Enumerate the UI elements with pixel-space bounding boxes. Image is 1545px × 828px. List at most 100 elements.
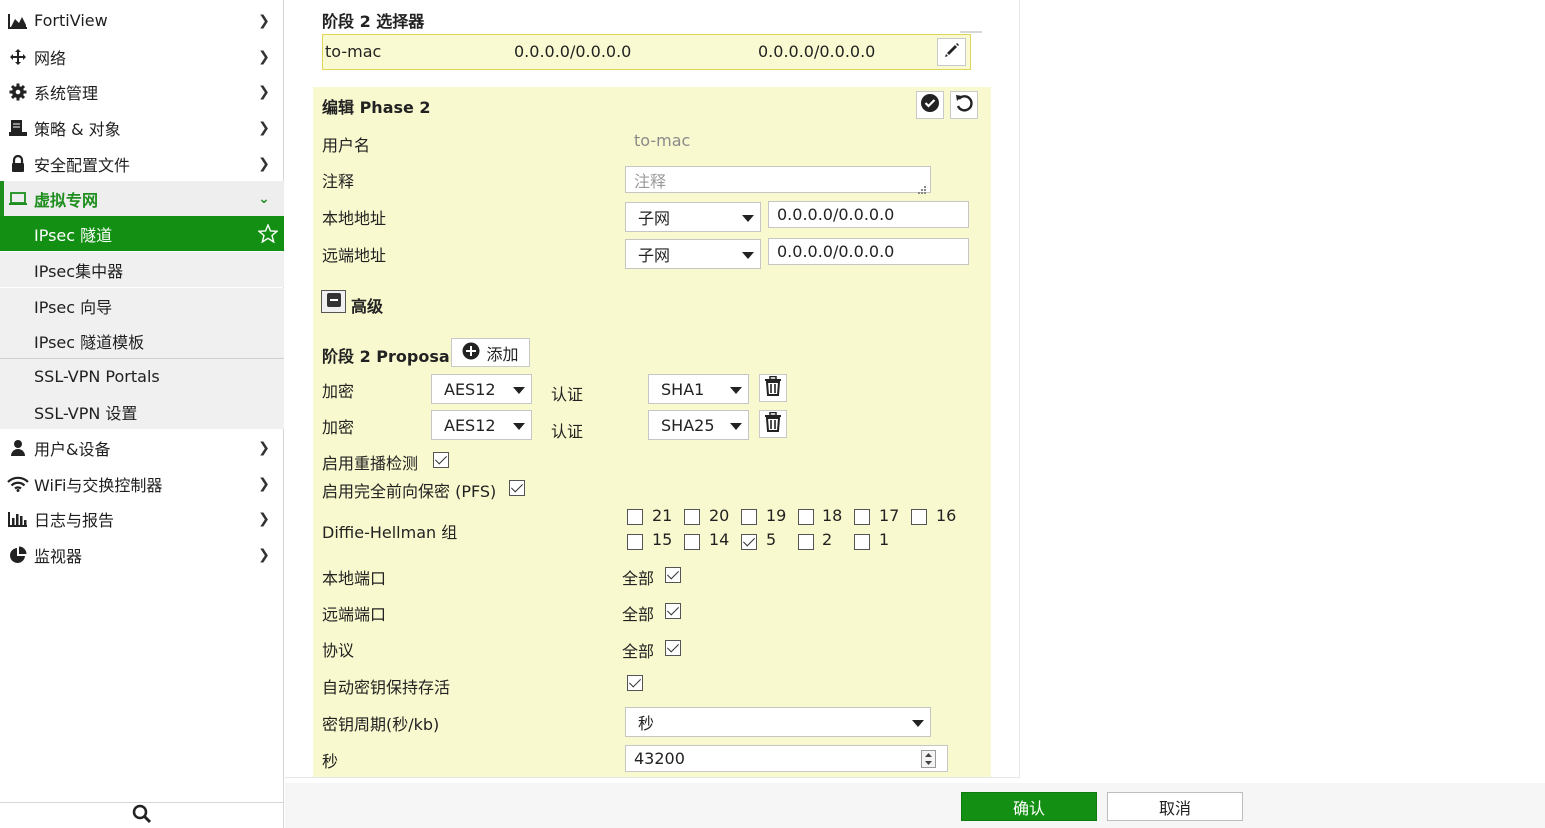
- undo-button[interactable]: [950, 91, 978, 119]
- encryption-label: 加密: [322, 418, 355, 437]
- seconds-input[interactable]: 43200: [625, 745, 948, 772]
- select-value: AES12: [444, 415, 496, 435]
- select-value: SHA25: [661, 415, 715, 435]
- chevron-right-icon: ❯: [258, 546, 270, 563]
- pfs-checkbox[interactable]: [509, 480, 525, 496]
- protocol-all-checkbox[interactable]: [665, 640, 681, 656]
- autokey-keepalive-label: 自动密钥保持存活: [322, 678, 451, 697]
- delete-proposal-button[interactable]: [759, 410, 787, 438]
- sidebar-subitem-sslvpn-settings[interactable]: SSL-VPN 设置: [0, 394, 284, 429]
- local-address-input[interactable]: 0.0.0.0/0.0.0.0: [768, 201, 969, 228]
- resize-handle-icon[interactable]: [917, 180, 927, 199]
- remote-address-input[interactable]: 0.0.0.0/0.0.0.0: [768, 238, 969, 265]
- sidebar-item-wifi[interactable]: WiFi与交换控制器 ❯: [0, 466, 284, 501]
- sidebar-item-monitor[interactable]: 监视器 ❯: [0, 537, 284, 572]
- replay-detection-checkbox[interactable]: [433, 452, 449, 468]
- authentication-select[interactable]: SHA25: [648, 410, 749, 440]
- autokey-keepalive-checkbox[interactable]: [627, 675, 643, 691]
- chevron-right-icon: ❯: [258, 48, 270, 65]
- sidebar-search-button[interactable]: [0, 802, 284, 828]
- chevron-right-icon: ❯: [258, 475, 270, 492]
- pfs-label: 启用完全前向保密 (PFS): [322, 482, 497, 501]
- chart-area-icon: [7, 13, 29, 29]
- encryption-select[interactable]: AES12: [431, 410, 532, 440]
- add-label: 添加: [486, 344, 519, 364]
- comment-label: 注释: [322, 172, 355, 191]
- sidebar-item-network[interactable]: 网络 ❯: [0, 39, 284, 74]
- edit-selector-button[interactable]: [937, 38, 966, 66]
- dh-group-checkbox[interactable]: [627, 534, 643, 550]
- dh-group-checkbox[interactable]: [741, 509, 757, 525]
- dh-group-checkbox[interactable]: [627, 509, 643, 525]
- dh-group-checkbox[interactable]: [911, 509, 927, 525]
- remote-port-label: 远端端口: [322, 605, 387, 624]
- dh-group-label: Diffie-Hellman 组: [322, 523, 458, 542]
- encryption-select[interactable]: AES12: [431, 374, 532, 404]
- sidebar-subitem-ipsec-wizard[interactable]: IPsec 向导: [0, 288, 284, 323]
- authentication-label: 认证: [551, 422, 584, 441]
- dh-group-checkbox[interactable]: [684, 509, 700, 525]
- proposal-label: 阶段 2 Proposal: [322, 347, 456, 366]
- trash-icon: [764, 375, 782, 400]
- search-icon: [132, 804, 152, 828]
- dh-group-number: 18: [822, 506, 843, 525]
- number-spinner[interactable]: [921, 750, 936, 768]
- star-icon[interactable]: [257, 223, 279, 247]
- cancel-button[interactable]: 取消: [1107, 792, 1243, 821]
- dh-group-checkbox[interactable]: [854, 534, 870, 550]
- apply-button[interactable]: [916, 91, 944, 119]
- selector-name: to-mac: [325, 42, 382, 61]
- dh-group-checkbox[interactable]: [684, 534, 700, 550]
- authentication-select[interactable]: SHA1: [648, 374, 749, 404]
- ok-button[interactable]: 确认: [961, 792, 1097, 821]
- dh-group-number: 5: [766, 530, 777, 549]
- sidebar-subitem-label: IPsec集中器: [34, 261, 124, 281]
- chevron-right-icon: ❯: [258, 12, 270, 29]
- sidebar-item-log-report[interactable]: 日志与报告 ❯: [0, 501, 284, 536]
- sidebar-subitem-label: IPsec 向导: [34, 297, 113, 317]
- sidebar-subitem-sslvpn-portals[interactable]: SSL-VPN Portals: [0, 359, 284, 394]
- sidebar-item-label: 系统管理: [34, 83, 99, 103]
- chevron-right-icon: ❯: [258, 83, 270, 100]
- dh-group-checkbox[interactable]: [741, 534, 757, 550]
- select-value: 秒: [638, 714, 655, 733]
- dh-group-checkbox[interactable]: [798, 509, 814, 525]
- local-address-type-select[interactable]: 子网: [625, 202, 761, 232]
- sidebar-item-label: 策略 & 对象: [34, 119, 121, 139]
- authentication-label: 认证: [551, 385, 584, 404]
- sidebar-item-user-device[interactable]: 用户&设备 ❯: [0, 430, 284, 465]
- remote-port-all-checkbox[interactable]: [665, 603, 681, 619]
- sidebar-subitem-ipsec-concentrator[interactable]: IPsec集中器: [0, 252, 284, 287]
- add-proposal-button[interactable]: 添加: [451, 338, 530, 367]
- remote-address-type-select[interactable]: 子网: [625, 239, 761, 269]
- delete-proposal-button[interactable]: [759, 374, 787, 402]
- dh-group-checkbox[interactable]: [798, 534, 814, 550]
- panel-border: [285, 777, 1020, 778]
- dh-group-number: 17: [879, 506, 900, 525]
- user-icon: [7, 439, 29, 457]
- sidebar-subitem-ipsec-tunnels[interactable]: IPsec 隧道: [0, 216, 284, 251]
- sidebar-item-system[interactable]: 系统管理 ❯: [0, 74, 284, 109]
- phase2-selector-title: 阶段 2 选择器: [322, 12, 425, 31]
- local-port-all-checkbox[interactable]: [665, 567, 681, 583]
- divider: [960, 31, 982, 33]
- sidebar-item-label: FortiView: [34, 11, 108, 30]
- sidebar-item-security-profiles[interactable]: 安全配置文件 ❯: [0, 146, 284, 181]
- edit-phase2-title: 编辑 Phase 2: [322, 98, 431, 117]
- sidebar-item-vpn[interactable]: 虚拟专网 ⌄: [0, 181, 284, 216]
- pencil-icon: [944, 42, 960, 62]
- advanced-label: 高级: [351, 297, 384, 316]
- comment-textarea[interactable]: 注释: [625, 166, 931, 193]
- trash-icon: [764, 411, 782, 436]
- sidebar-subitem-ipsec-templates[interactable]: IPsec 隧道模板: [0, 323, 284, 358]
- sidebar-item-fortiview[interactable]: FortiView ❯: [0, 3, 284, 38]
- advanced-collapse-button[interactable]: [321, 290, 346, 313]
- sidebar-item-policy[interactable]: 策略 & 对象 ❯: [0, 110, 284, 145]
- caret-down-icon: [912, 720, 924, 727]
- key-lifetime-select[interactable]: 秒: [625, 707, 931, 737]
- replay-detection-label: 启用重播检测: [322, 454, 419, 473]
- dh-group-checkbox[interactable]: [854, 509, 870, 525]
- local-port-all-label: 全部: [622, 569, 655, 588]
- chevron-right-icon: ❯: [258, 510, 270, 527]
- sidebar-subitem-label: SSL-VPN Portals: [34, 367, 160, 386]
